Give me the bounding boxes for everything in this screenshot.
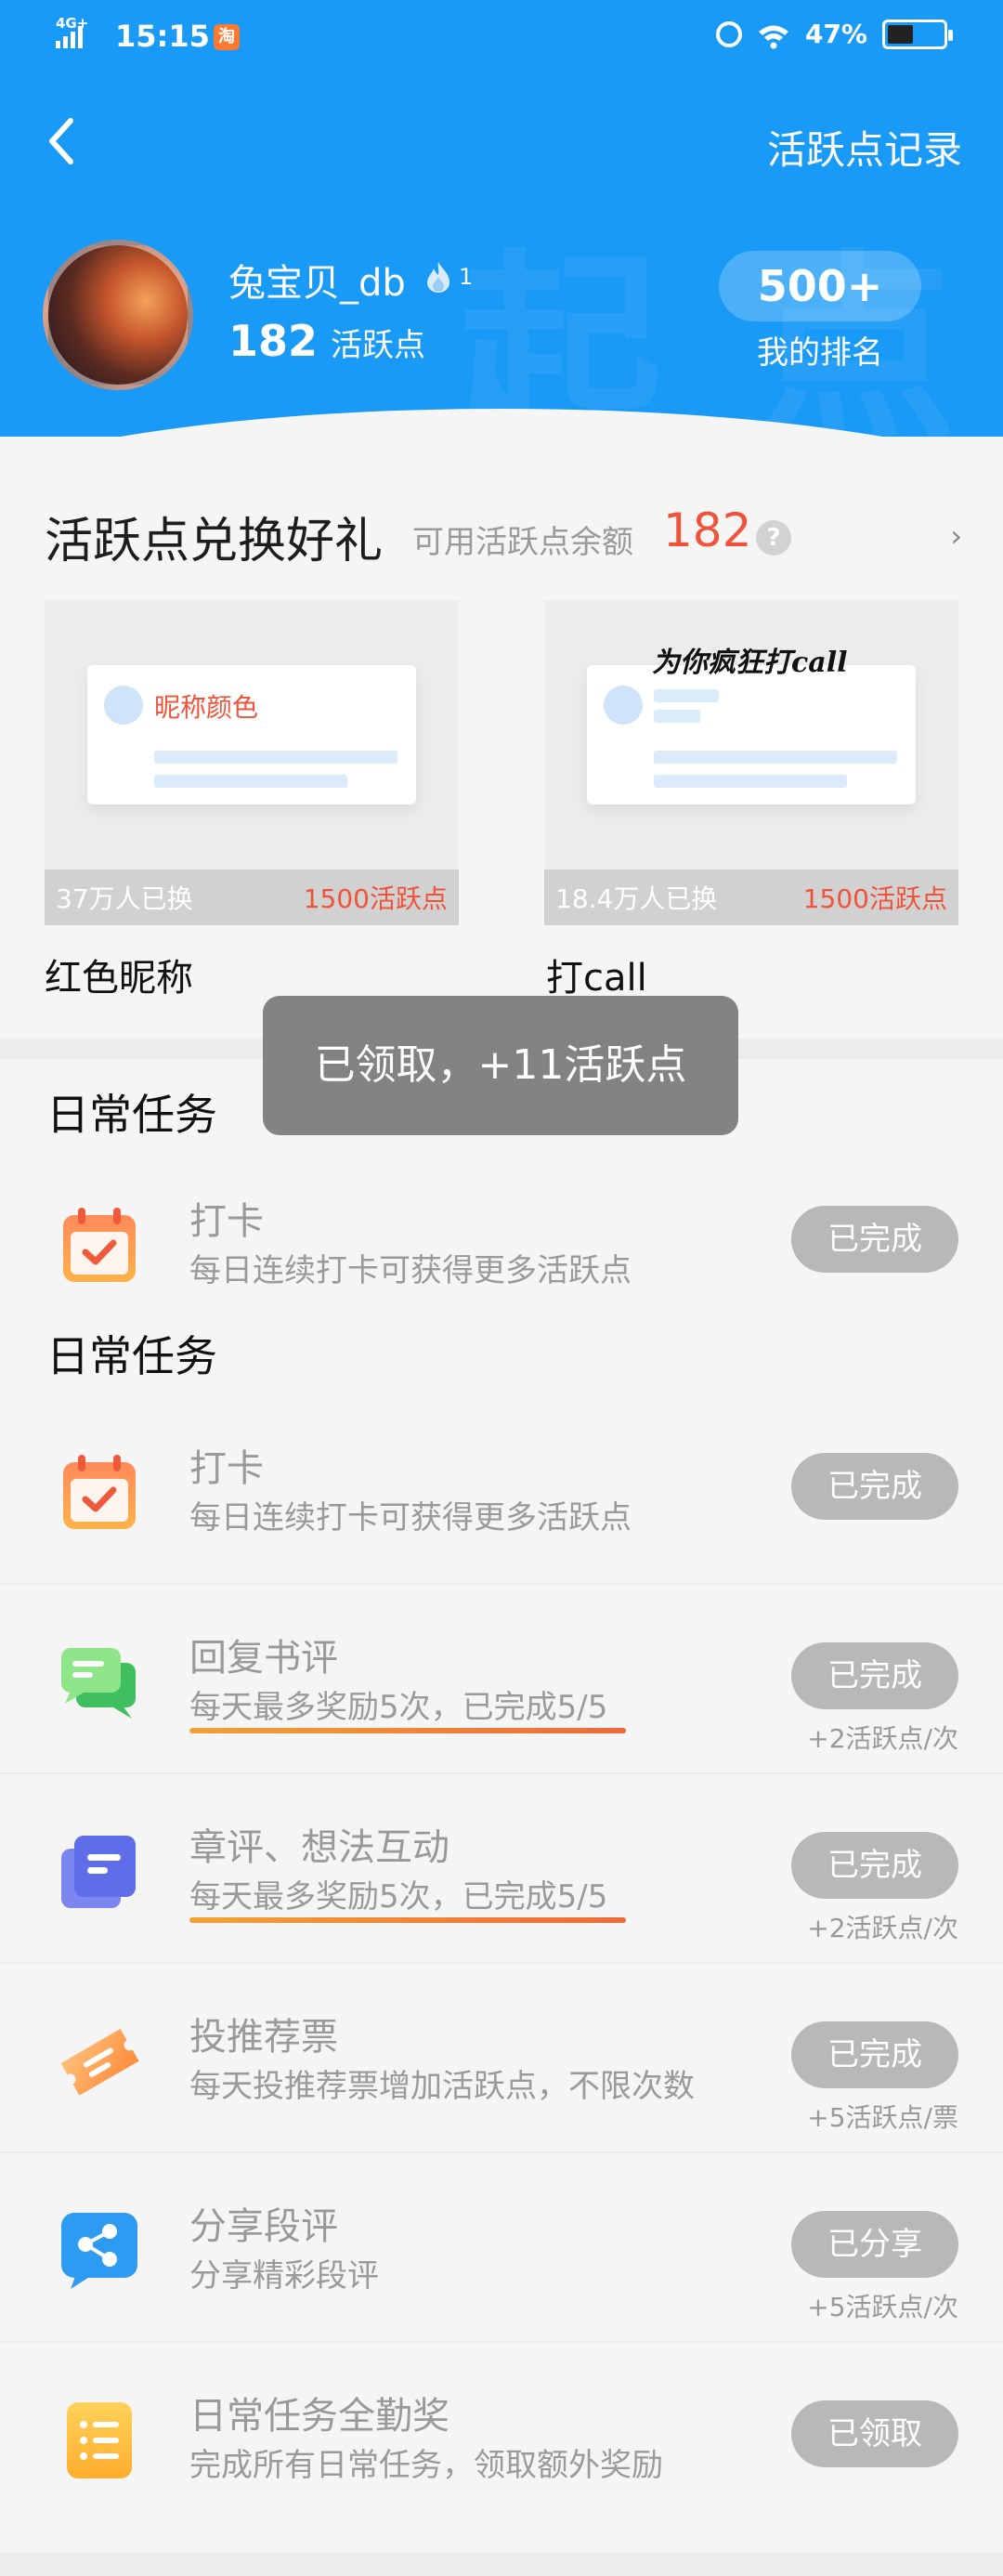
status-right: 47%: [715, 19, 953, 49]
avatar[interactable]: [43, 240, 193, 390]
status-bar: 4G+ 15:15 淘 47%: [0, 0, 1003, 74]
level-number: 1: [459, 264, 474, 290]
profile-header: 起 点 4G+ 15:15 淘 47% 活跃点记录 兔宝贝_db 1 182 活…: [0, 0, 1003, 437]
task-reply-review: 回复书评 每天最多奖励5次，已完成5/5 已完成 +2活跃点/次: [0, 1589, 1003, 1774]
points-line: 182 活跃点: [228, 316, 425, 366]
section-title: 日常任务: [46, 1331, 217, 1381]
task-full-attendance: 日常任务全勤奖 完成所有日常任务，领取额外奖励 已领取: [0, 2347, 1003, 2532]
network-type: 4G+: [56, 15, 89, 32]
task-name: 打卡: [189, 1200, 264, 1243]
preview-text: 昵称颜色: [154, 692, 259, 723]
task-recommend-vote: 投推荐票 每天投推荐票增加活跃点，不限次数 已完成 +5活跃点/票: [0, 1968, 1003, 2153]
chat-bubbles-icon: [61, 1648, 136, 1719]
task-desc: 每日连续打卡可获得更多活跃点: [189, 1252, 632, 1289]
daily-tasks-section: 日常任务 打卡 每日连续打卡可获得更多活跃点 已完成 日常任务 打卡 每日连续打…: [0, 1059, 1003, 2545]
ticket-icon: [60, 2029, 139, 2096]
task-name: 投推荐票: [189, 2016, 338, 2059]
task-reward: +5活跃点/次: [807, 2292, 958, 2322]
reward-card-call[interactable]: 为你疯狂打call 18.4万人已换 1500活跃点: [544, 600, 958, 925]
task-checkin: 打卡 每日连续打卡可获得更多活跃点 已完成: [0, 1399, 1003, 1585]
section-title: 日常任务: [46, 1090, 217, 1140]
task-desc: 完成所有日常任务，领取额外奖励: [189, 2447, 663, 2484]
exchange-title: 活跃点兑换好礼: [45, 514, 384, 569]
preview-avatar: [604, 686, 643, 725]
task-status-button[interactable]: 已领取: [791, 2400, 958, 2467]
task-chapter-comment: 章评、想法互动 每天最多奖励5次，已完成5/5 已完成 +2活跃点/次: [0, 1778, 1003, 1964]
exchange-count: 18.4万人已换: [555, 883, 718, 914]
progress-underline: [189, 1728, 626, 1733]
card-footer: 18.4万人已换 1500活跃点: [544, 870, 958, 925]
preview-line: [654, 710, 700, 723]
task-status-button[interactable]: 已完成: [791, 1642, 958, 1709]
preview-line: [154, 775, 347, 788]
rank-button[interactable]: 500+: [719, 251, 921, 321]
task-status-button[interactable]: 已完成: [791, 1832, 958, 1899]
progress-underline: [189, 1917, 626, 1923]
chevron-left-icon: [49, 118, 73, 164]
task-status-button[interactable]: 已完成: [791, 1206, 958, 1273]
task-name: 分享段评: [189, 2205, 338, 2248]
card-footer: 37万人已换 1500活跃点: [45, 870, 459, 925]
task-desc: 每天最多奖励5次，已完成5/5: [189, 1689, 608, 1726]
exchange-section: 活跃点兑换好礼 可用活跃点余额 182 ? › 昵称颜色 37万人已换 1500…: [0, 464, 1003, 1040]
task-reward: +2活跃点/次: [807, 1913, 958, 1943]
activity-record-link[interactable]: 活跃点记录: [767, 119, 962, 176]
wifi-icon: [757, 21, 790, 48]
preview-avatar: [104, 686, 143, 725]
chevron-right-icon[interactable]: ›: [950, 518, 962, 554]
checklist-icon: [67, 2402, 132, 2478]
balance-value: 182: [663, 503, 752, 557]
rank-label: 我的排名: [757, 334, 883, 372]
share-icon: [61, 2213, 137, 2289]
task-name: 日常任务全勤奖: [189, 2395, 449, 2438]
calendar-check-icon: [63, 1455, 136, 1529]
task-reward: +5活跃点/票: [807, 2102, 958, 2133]
task-name: 章评、想法互动: [189, 1826, 449, 1869]
battery-icon: [882, 19, 953, 49]
task-status-button[interactable]: 已分享: [791, 2211, 958, 2278]
card-price: 1500活跃点: [802, 883, 947, 914]
help-icon[interactable]: ?: [756, 520, 791, 556]
flame-icon: [427, 262, 449, 293]
points-unit: 活跃点: [331, 327, 426, 364]
preview-line: [154, 751, 397, 764]
task-reward: +2活跃点/次: [807, 1723, 958, 1754]
username: 兔宝贝_db: [228, 262, 406, 305]
preview-line: [654, 775, 847, 788]
alarm-icon: [715, 20, 742, 47]
preview-text: 为你疯狂打call: [652, 647, 848, 679]
battery-percent: 47%: [804, 19, 867, 49]
note-stack-icon: [61, 1836, 136, 1908]
task-share-comment: 分享段评 分享精彩段评 已分享 +5活跃点/次: [0, 2157, 1003, 2343]
task-desc: 每天最多奖励5次，已完成5/5: [189, 1878, 608, 1916]
status-time: 15:15: [115, 19, 210, 54]
card-preview: 为你疯狂打call: [587, 647, 916, 804]
bottom-divider: [0, 2553, 1003, 2576]
task-desc: 每天投推荐票增加活跃点，不限次数: [189, 2068, 695, 2105]
battery-fill: [888, 24, 914, 44]
task-checkin: 打卡 每日连续打卡可获得更多活跃点 已完成: [0, 1152, 1003, 1338]
calendar-check-icon: [63, 1208, 136, 1282]
task-status-button[interactable]: 已完成: [791, 2021, 958, 2088]
back-button[interactable]: [41, 113, 82, 169]
exchange-count: 37万人已换: [56, 883, 193, 914]
points-value: 182: [228, 316, 319, 366]
level-badge: 1: [423, 258, 473, 295]
card-preview: 昵称颜色: [87, 665, 416, 804]
toast-message: 已领取，+11活跃点: [263, 996, 738, 1135]
preview-line: [654, 751, 897, 764]
card-name: 红色昵称: [45, 957, 193, 1000]
app-notification-icon: 淘: [214, 24, 240, 50]
task-desc: 每日连续打卡可获得更多活跃点: [189, 1499, 632, 1536]
task-name: 回复书评: [189, 1637, 338, 1680]
preview-line: [654, 689, 719, 702]
task-name: 打卡: [189, 1447, 264, 1490]
signal-icon: 4G+: [56, 15, 88, 48]
reward-card-red-nickname[interactable]: 昵称颜色 37万人已换 1500活跃点: [45, 600, 459, 925]
card-name: 打call: [546, 957, 647, 1000]
card-price: 1500活跃点: [303, 883, 448, 914]
task-status-button[interactable]: 已完成: [791, 1453, 958, 1520]
task-desc: 分享精彩段评: [189, 2257, 379, 2295]
balance-label: 可用活跃点余额: [412, 524, 633, 561]
